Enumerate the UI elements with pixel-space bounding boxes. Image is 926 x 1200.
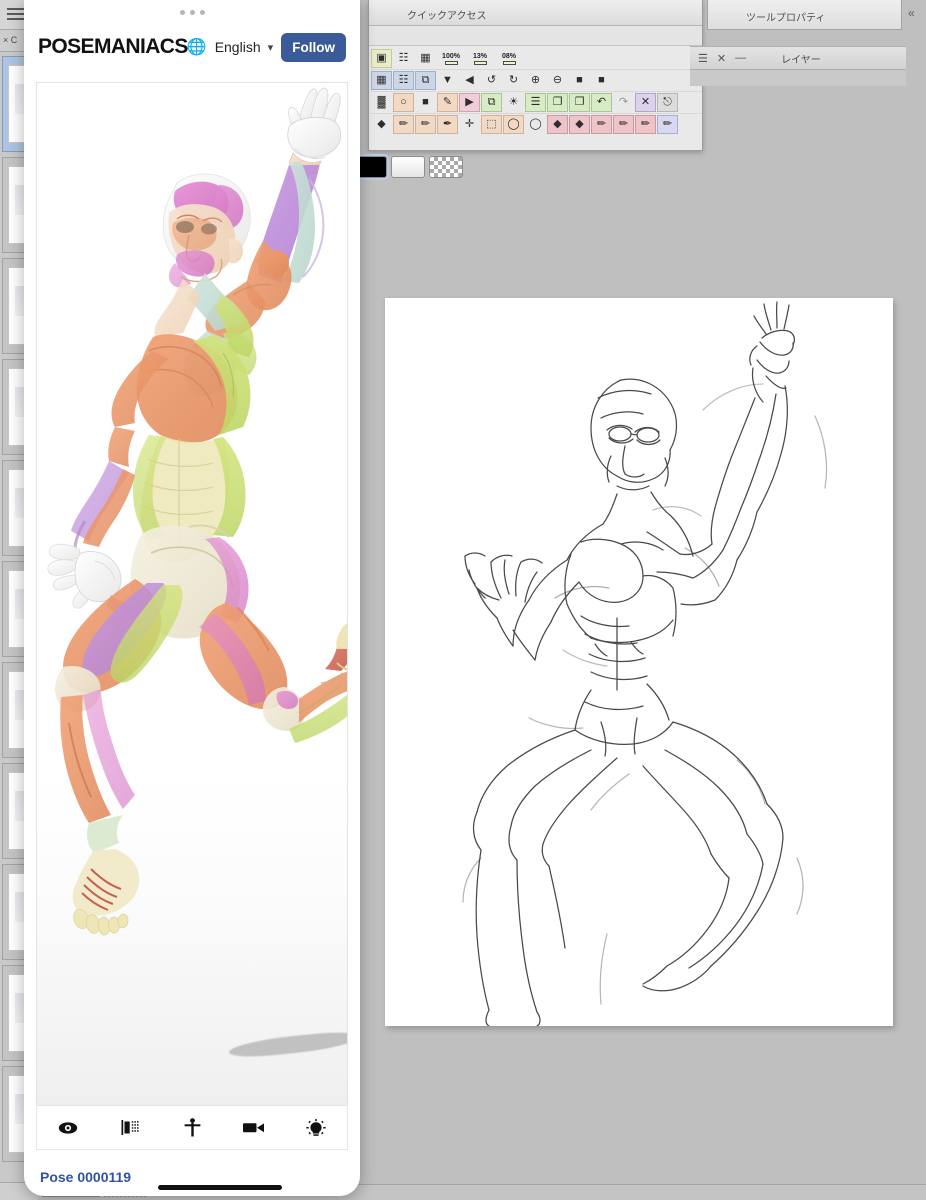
light-icon[interactable] (299, 1111, 333, 1145)
language-label[interactable]: English (215, 39, 261, 55)
figure-icon[interactable] (175, 1111, 209, 1145)
duplicate-icon[interactable]: ⧉ (415, 71, 436, 90)
save-icon[interactable]: ⎋ (657, 93, 678, 112)
zoom-in-icon[interactable]: ⊕ (525, 71, 546, 90)
pattern-icon[interactable]: ▓ (371, 93, 392, 112)
move-icon[interactable]: ✛ (459, 115, 480, 134)
pen-icon[interactable]: ✎ (437, 93, 458, 112)
pose-viewer[interactable] (36, 82, 348, 1106)
overlay-footer: Pose 0000119 (24, 1158, 360, 1196)
zoom-08-button[interactable]: 08% (495, 49, 523, 68)
pencil-icon[interactable]: ✏ (393, 115, 414, 134)
redo-icon[interactable]: ↷ (613, 93, 634, 112)
transparent-color-swatch[interactable] (429, 156, 463, 178)
flip-vertical-icon[interactable]: ▼ (437, 71, 458, 90)
grid-icon[interactable]: ☷ (393, 49, 414, 68)
transform-icon[interactable]: ⧉ (481, 93, 502, 112)
home-indicator (158, 1185, 282, 1190)
figure-sketch (462, 301, 828, 1026)
layer-panel-body (690, 70, 906, 86)
drawing-canvas[interactable] (385, 298, 893, 1026)
actual-size-icon[interactable]: ■ (591, 71, 612, 90)
background-color-swatch[interactable] (391, 156, 425, 178)
copy-icon[interactable]: ❐ (569, 93, 590, 112)
brush-b-icon[interactable]: ✏ (613, 115, 634, 134)
globe-icon[interactable]: 🌐 (187, 37, 207, 57)
close-icon[interactable]: ✕ (717, 52, 726, 65)
pencil-soft-icon[interactable]: ✏ (415, 115, 436, 134)
tiles-icon[interactable]: ▦ (371, 71, 392, 90)
zoom-13-button[interactable]: 13% (466, 49, 494, 68)
tool-property-panel[interactable]: ツールプロパティ (707, 0, 902, 30)
eraser-hard-icon[interactable]: ◆ (547, 115, 568, 134)
delete-icon[interactable]: ✕ (635, 93, 656, 112)
quick-access-rows[interactable]: ▣ ☷ ▦ 100% 13% 08% ▦ ☷ ⧉ ▼ ◀ ↺ ↻ ⊕ ⊖ ■ ■… (369, 46, 702, 135)
collapse-panels-icon[interactable]: « (908, 6, 922, 20)
color-swatch-row[interactable] (353, 152, 475, 182)
toolbar-row-canvas[interactable]: ▦ ☷ ⧉ ▼ ◀ ↺ ↻ ⊕ ⊖ ■ ■ (371, 70, 702, 92)
quick-access-title: クイックアクセス (369, 0, 702, 26)
zoom-100-button[interactable]: 100% (437, 49, 465, 68)
minimize-icon[interactable]: — (735, 52, 746, 64)
ellipse-icon[interactable]: ○ (393, 93, 414, 112)
pose-id-label[interactable]: Pose 0000119 (40, 1169, 131, 1185)
video-icon[interactable] (237, 1111, 271, 1145)
flip-horizontal-icon[interactable]: ◀ (459, 71, 480, 90)
navigator-icon[interactable]: ▣ (371, 49, 392, 68)
eraser-soft-icon[interactable]: ◆ (569, 115, 590, 134)
pose-toolbar[interactable] (36, 1106, 348, 1150)
overlay-header: POSEMANIACS 🌐 English ▾ Follow (24, 24, 360, 70)
undo-icon[interactable]: ↶ (591, 93, 612, 112)
hamburger-icon[interactable]: ☰ (698, 52, 708, 65)
auto-select-icon[interactable]: ◯ (525, 115, 546, 134)
zoom-out-icon[interactable]: ⊖ (547, 71, 568, 90)
marquee-icon[interactable]: ⬚ (481, 115, 502, 134)
fit-screen-icon[interactable]: ■ (569, 71, 590, 90)
fill-icon[interactable]: ◆ (371, 115, 392, 134)
visibility-icon[interactable] (51, 1111, 85, 1145)
follow-button[interactable]: Follow (281, 32, 346, 62)
toolbar-row-brush[interactable]: ◆ ✏ ✏ ✒ ✛ ⬚ ◯ ◯ ◆ ◆ ✏ ✏ ✏ ✏ (371, 114, 702, 135)
toolbar-row-edit[interactable]: ▓ ○ ■ ✎ ▶ ⧉ ☀ ☰ ❐ ❐ ↶ ↷ ✕ ⎋ (371, 92, 702, 114)
open-file-icon[interactable]: ☰ (525, 93, 546, 112)
pen-fine-icon[interactable]: ✒ (437, 115, 458, 134)
brush-a-icon[interactable]: ✏ (591, 115, 612, 134)
flip-icon[interactable] (113, 1111, 147, 1145)
rotate-right-icon[interactable]: ↻ (503, 71, 524, 90)
lasso-icon[interactable]: ◯ (503, 115, 524, 134)
anatomy-model (47, 87, 347, 936)
drag-handle[interactable] (24, 0, 360, 24)
filmstrip-icon[interactable]: ☷ (393, 71, 414, 90)
posemaniacs-overlay[interactable]: POSEMANIACS 🌐 English ▾ Follow Pose 0000… (24, 0, 360, 1196)
hamburger-icon[interactable] (7, 8, 24, 23)
brush-selected-icon[interactable]: ✏ (657, 115, 678, 134)
chevron-down-icon[interactable]: ▾ (268, 41, 274, 54)
layer-panel-title: レイヤー (781, 54, 821, 66)
sparkle-icon[interactable]: ☀ (503, 93, 524, 112)
quick-access-panel[interactable]: クイックアクセス ▣ ☷ ▦ 100% 13% 08% ▦ ☷ ⧉ ▼ ◀ ↺ … (368, 0, 703, 151)
perspective-grid-icon[interactable]: ▦ (415, 49, 436, 68)
paste-icon[interactable]: ❐ (547, 93, 568, 112)
quick-access-subbar (369, 26, 702, 46)
layer-panel-header[interactable]: ☰ ✕ — レイヤー (690, 46, 906, 70)
animation-icon[interactable]: ▶ (459, 93, 480, 112)
gradient-icon[interactable]: ■ (415, 93, 436, 112)
brush-c-icon[interactable]: ✏ (635, 115, 656, 134)
toolbar-row-view[interactable]: ▣ ☷ ▦ 100% 13% 08% (371, 48, 702, 70)
rotate-left-icon[interactable]: ↺ (481, 71, 502, 90)
page-title: POSEMANIACS (38, 35, 188, 58)
